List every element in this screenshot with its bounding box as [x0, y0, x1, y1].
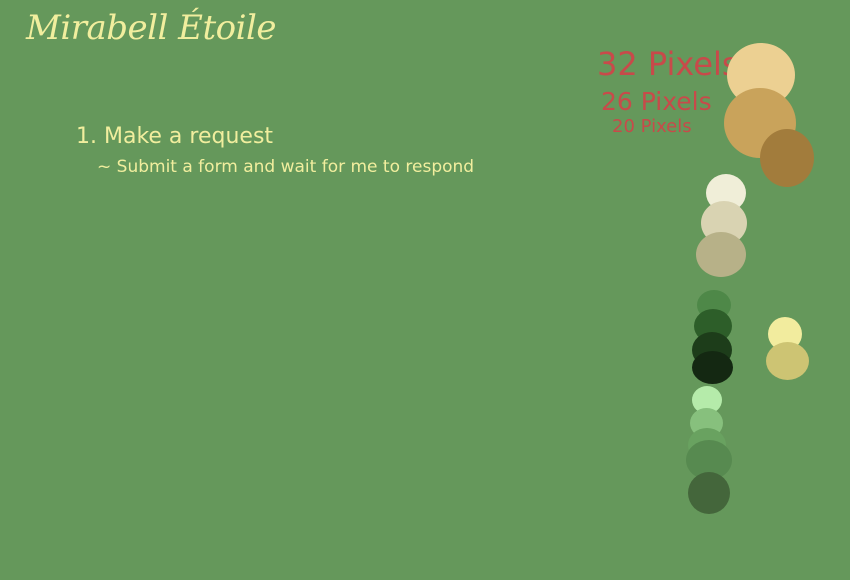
- swatch-mint-5: [688, 472, 730, 514]
- brand-logo: Mirabell Étoile: [26, 8, 276, 48]
- step-title: 1. Make a request: [76, 124, 274, 149]
- size-sample-26: 26 Pixels: [601, 87, 712, 116]
- swatch-cream-3: [696, 232, 746, 277]
- swatch-yellow-2: [766, 342, 809, 380]
- size-sample-32: 32 Pixels: [597, 45, 739, 83]
- swatch-tan-3: [760, 129, 814, 187]
- swatch-forest-4: [692, 351, 733, 384]
- step-description: ~ Submit a form and wait for me to respo…: [97, 157, 475, 177]
- size-sample-20: 20 Pixels: [612, 116, 692, 137]
